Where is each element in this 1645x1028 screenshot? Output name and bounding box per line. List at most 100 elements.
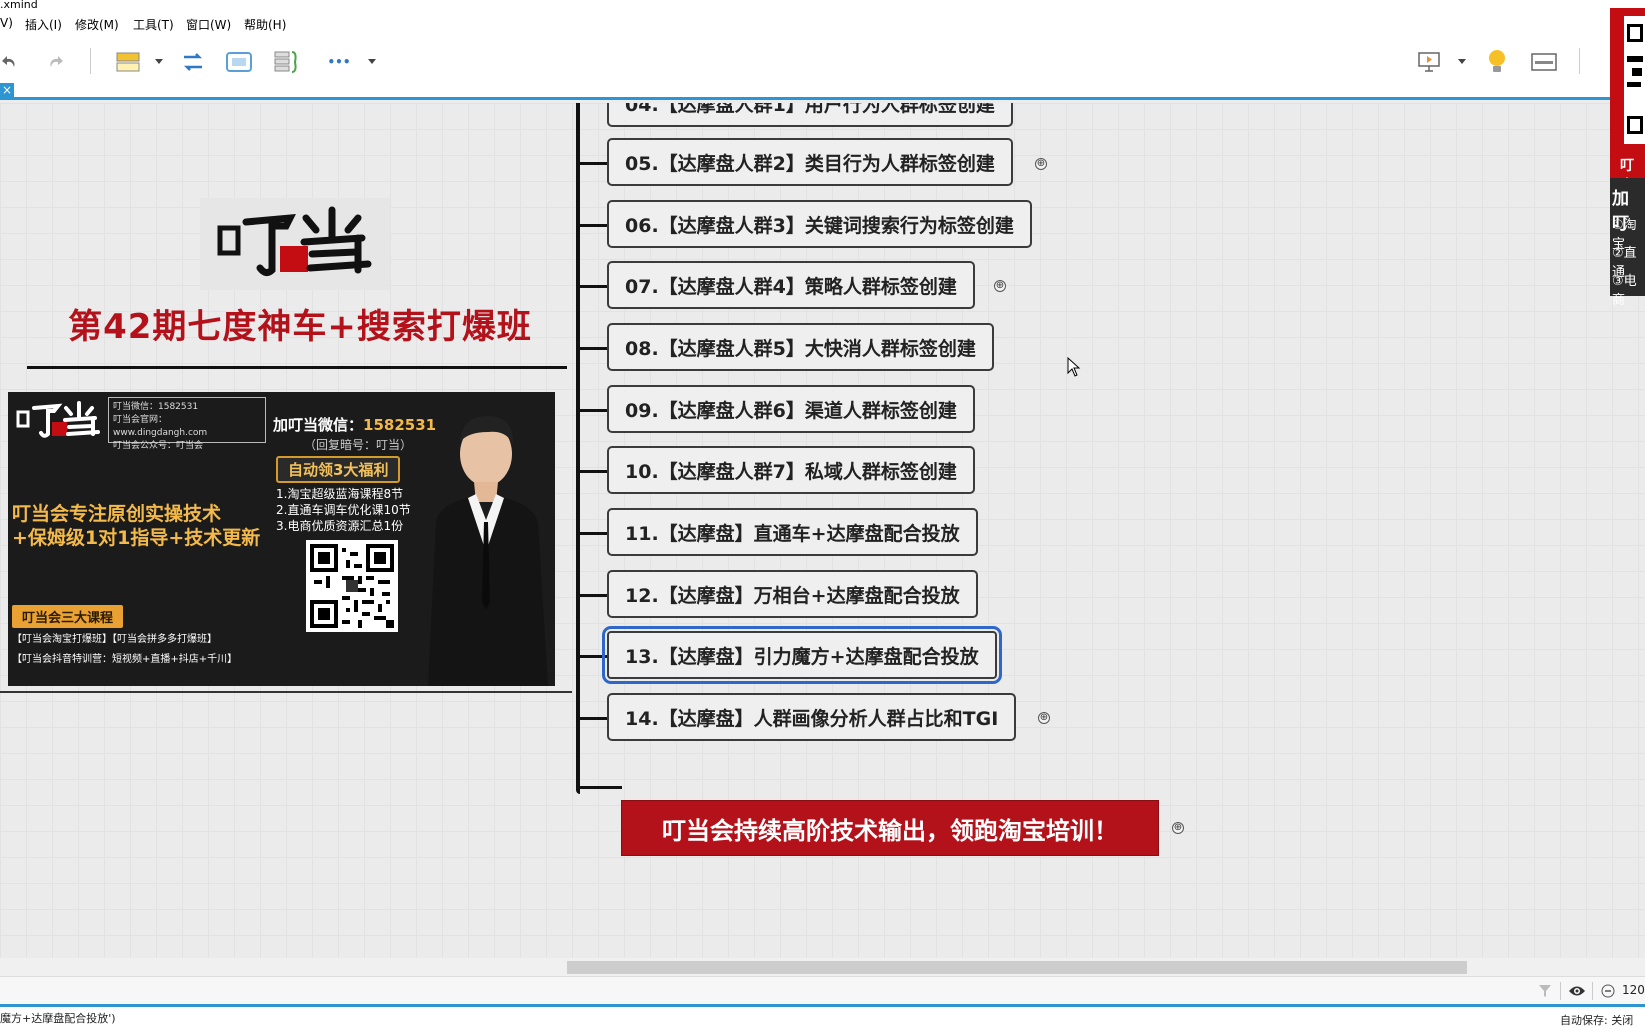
menu-modify[interactable]: 修改(M) xyxy=(75,16,119,33)
scrollbar-thumb[interactable] xyxy=(567,961,1467,974)
topic-14[interactable]: 14.【达摩盘】人群画像分析人群占比和TGI xyxy=(607,693,1017,741)
title-underline xyxy=(27,366,567,369)
banner-logo-icon xyxy=(16,401,100,438)
topic-05[interactable]: 05.【达摩盘人群2】类目行为人群标签创建 xyxy=(607,138,1013,186)
relationship-icon xyxy=(183,53,203,71)
banner-gift-title: 自动领3大福利 xyxy=(276,456,401,483)
status-bar: 120 xyxy=(0,976,1645,1004)
banner-contact-info: 叮当微信：1582531 叮当会官网：www.dingdangh.com 叮当会… xyxy=(108,397,266,451)
topic-13-selected[interactable]: 13.【达摩盘】引力魔方+达摩盘配合投放 xyxy=(602,626,1002,684)
brand-logo xyxy=(200,198,390,290)
footer-bar: 魔方+达摩盘配合投放') 自动保存: 关闭 xyxy=(0,1004,1645,1028)
chevron-down-icon xyxy=(155,59,163,64)
qr-code-icon xyxy=(1627,24,1643,134)
branch-spine xyxy=(576,103,580,794)
toolbar: ••• xyxy=(0,34,1645,100)
chevron-down-icon xyxy=(368,59,376,64)
topic-style-icon xyxy=(116,52,140,72)
banner-gift-item: 3.电商优质资源汇总1份 xyxy=(276,519,404,533)
undo-button[interactable] xyxy=(0,44,22,80)
horizontal-scrollbar[interactable] xyxy=(0,958,1645,976)
filter-icon[interactable] xyxy=(1538,984,1552,998)
topic-style-button[interactable] xyxy=(113,44,143,80)
side-promo-list: 加叮 ①淘宝 ②直通 ③电商 xyxy=(1610,178,1645,308)
selection-status: 魔方+达摩盘配合投放') xyxy=(0,1012,116,1025)
topic-connector xyxy=(578,717,608,720)
autosave-status[interactable]: 自动保存: 关闭 xyxy=(1560,1012,1633,1028)
mouse-cursor-icon xyxy=(1067,357,1081,377)
topic-07[interactable]: 07.【达摩盘人群4】策略人群标签创建 xyxy=(607,261,975,309)
menu-bar: V) 插入(I) 修改(M) 工具(T) 窗口(W) 帮助(H) xyxy=(0,12,1645,34)
brainstorm-button[interactable] xyxy=(1482,44,1512,80)
topic-08[interactable]: 08.【达摩盘人群5】大快消人群标签创建 xyxy=(607,323,994,371)
final-topic-expand-button[interactable]: ⊕ xyxy=(1172,822,1184,834)
toolbar-separator xyxy=(1579,48,1580,74)
topic-04[interactable]: 04.【达摩盘人群1】用户行为人群标签创建 xyxy=(607,103,1013,127)
eye-icon[interactable] xyxy=(1568,984,1586,998)
topic-05-expand-button[interactable]: ⊕ xyxy=(1035,158,1047,170)
final-topic-banner[interactable]: 叮当会持续高阶技术输出，领跑淘宝培训！ xyxy=(621,800,1159,856)
banner-underline xyxy=(0,691,572,693)
side-promo[interactable] xyxy=(1610,8,1645,178)
topic-11[interactable]: 11.【达摩盘】直通车+达摩盘配合投放 xyxy=(607,508,978,556)
topic-connector xyxy=(578,470,608,473)
zoom-out-icon[interactable] xyxy=(1601,984,1615,998)
banner-website-text: 叮当会官网：www.dingdangh.com xyxy=(113,415,208,438)
tab-close-button[interactable]: × xyxy=(0,83,14,99)
mindmap-canvas[interactable]: 第42期七度神车+搜索打爆班 叮当微信：1582531 叮当会官网：www.di… xyxy=(0,103,1645,963)
relationship-button[interactable] xyxy=(178,44,208,80)
promo-banner-image[interactable]: 叮当微信：1582531 叮当会官网：www.dingdangh.com 叮当会… xyxy=(8,392,555,686)
banner-gift-item: 2.直通车调车优化课10节 xyxy=(276,503,411,517)
redo-button[interactable] xyxy=(42,44,66,80)
redo-icon xyxy=(50,56,63,67)
menu-insert[interactable]: 插入(I) xyxy=(25,16,62,33)
topic-06[interactable]: 06.【达摩盘人群3】关键词搜索行为标签创建 xyxy=(607,200,1032,248)
panel-icon xyxy=(1531,53,1557,71)
side-promo-item: ③电商 xyxy=(1612,274,1637,308)
topic-style-dropdown[interactable] xyxy=(152,44,166,80)
boundary-button[interactable] xyxy=(224,44,254,80)
toolbar-separator xyxy=(90,48,91,74)
menu-tools[interactable]: 工具(T) xyxy=(133,16,174,33)
qr-code-icon xyxy=(310,544,394,628)
banner-gift-list: 1.淘宝超级蓝海课程8节 2.直通车调车优化课10节 3.电商优质资源汇总1份 xyxy=(276,486,411,534)
summary-button[interactable] xyxy=(272,44,302,80)
banner-course-line: 【叮当会淘宝打爆班】【叮当会拼多多打爆班】 xyxy=(12,634,217,645)
window-title: .xmind xyxy=(0,0,1645,12)
banner-slogan: 叮当会专注原创实操技术 +保姆级1对1指导+技术更新 xyxy=(12,502,272,550)
topic-connector xyxy=(578,162,608,165)
lightbulb-icon xyxy=(1489,50,1505,72)
zoom-level[interactable]: 120 xyxy=(1622,983,1645,997)
boundary-icon xyxy=(226,52,252,72)
topic-07-expand-button[interactable]: ⊕ xyxy=(994,280,1006,292)
presentation-button[interactable] xyxy=(1414,44,1444,80)
menu-view[interactable]: V) xyxy=(0,16,13,30)
menu-window[interactable]: 窗口(W) xyxy=(186,16,231,33)
topic-12[interactable]: 12.【达摩盘】万相台+达摩盘配合投放 xyxy=(607,570,978,618)
presentation-icon xyxy=(1418,52,1440,72)
topic-connector xyxy=(578,224,608,227)
status-separator xyxy=(1592,982,1593,1000)
status-separator xyxy=(1560,982,1561,1000)
banner-courses: 【叮当会淘宝打爆班】【叮当会拼多多打爆班】 【叮当会抖音特训营：短视频+直播+抖… xyxy=(12,630,292,670)
banner-gift-item: 1.淘宝超级蓝海课程8节 xyxy=(276,487,404,501)
summary-icon xyxy=(274,51,297,73)
side-qr-code xyxy=(1624,16,1645,144)
banner-courses-tag: 叮当会三大课程 xyxy=(12,605,124,628)
central-topic-title[interactable]: 第42期七度神车+搜索打爆班 xyxy=(40,299,560,348)
more-dropdown[interactable] xyxy=(365,44,379,80)
menu-help[interactable]: 帮助(H) xyxy=(244,16,286,33)
banner-wechat-line: 加叮当微信：1582531 xyxy=(273,414,436,435)
chevron-down-icon xyxy=(1458,59,1466,64)
topic-connector xyxy=(578,409,608,412)
panel-toggle-button[interactable] xyxy=(1528,44,1560,80)
topic-10[interactable]: 10.【达摩盘人群7】私域人群标签创建 xyxy=(607,446,975,494)
undo-icon xyxy=(2,56,15,67)
presentation-dropdown[interactable] xyxy=(1455,44,1469,80)
topic-09[interactable]: 09.【达摩盘人群6】渠道人群标签创建 xyxy=(607,385,975,433)
more-button[interactable]: ••• xyxy=(326,44,352,80)
topic-connector xyxy=(578,285,608,288)
banner-hint: （回复暗号：叮当） xyxy=(304,438,413,452)
topic-connector xyxy=(578,347,608,350)
topic-14-expand-button[interactable]: ⊕ xyxy=(1038,712,1050,724)
